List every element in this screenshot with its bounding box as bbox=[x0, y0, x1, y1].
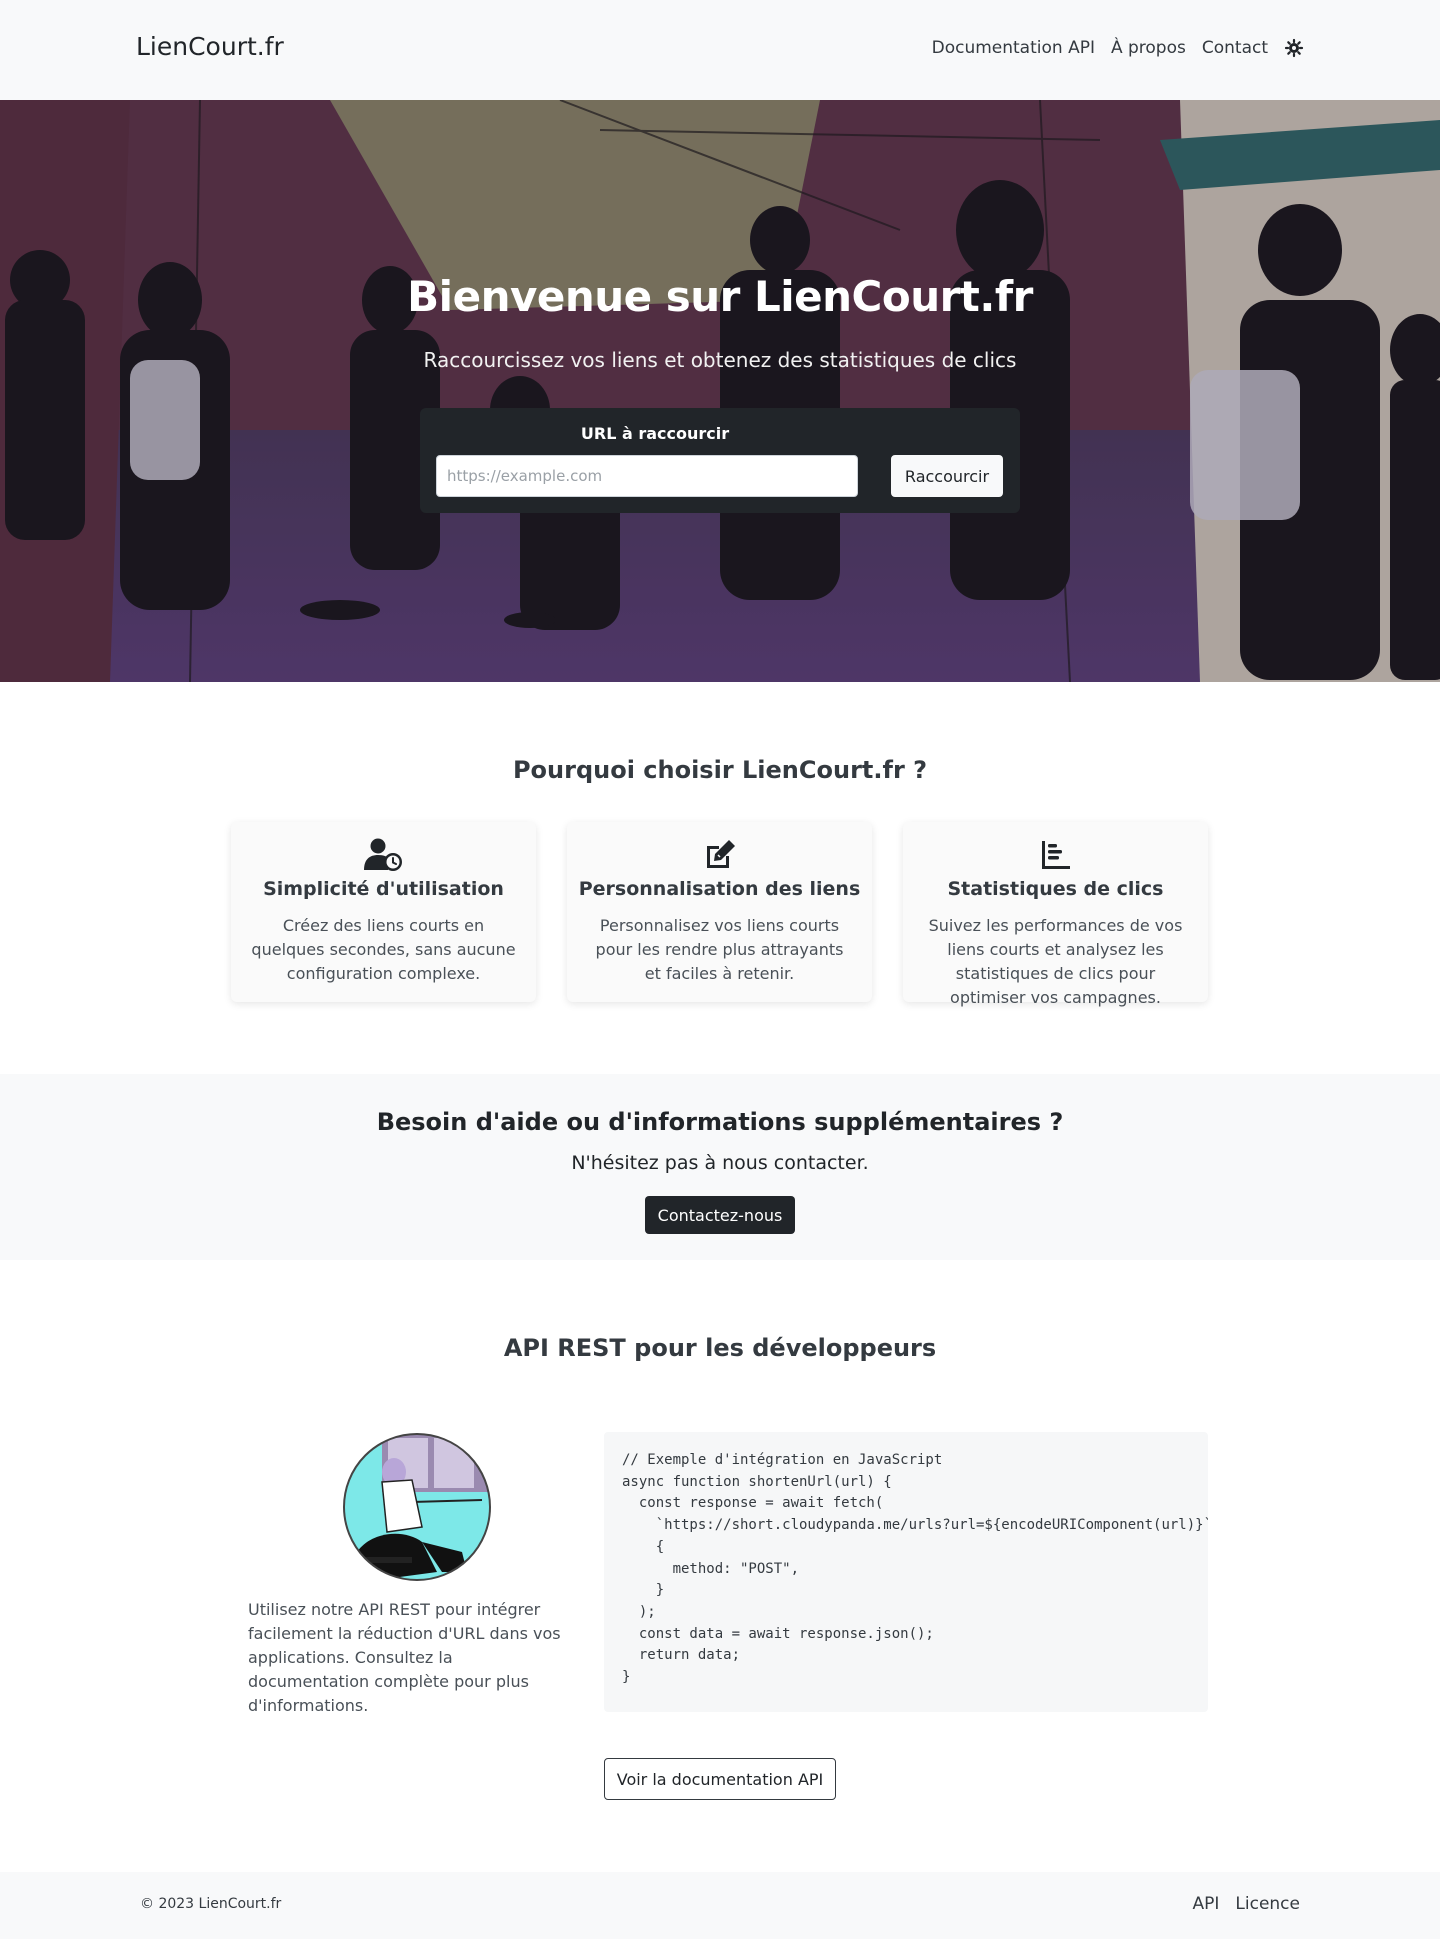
url-input[interactable] bbox=[436, 455, 858, 497]
api-docs-button[interactable]: Voir la documentation API bbox=[604, 1758, 836, 1800]
api-title: API REST pour les développeurs bbox=[503, 1334, 937, 1362]
feature-title: Personnalisation des liens bbox=[578, 878, 861, 900]
feature-card-statistics: Statistiques de clics Suivez les perform… bbox=[903, 822, 1208, 1007]
feature-card-customization: Personnalisation des liens Personnalisez… bbox=[567, 822, 872, 1002]
theme-toggle-icon[interactable] bbox=[1284, 38, 1304, 58]
url-field-label: URL à raccourcir bbox=[580, 424, 730, 443]
help-text: N'hésitez pas à nous contacter. bbox=[571, 1152, 869, 1174]
feature-title: Statistiques de clics bbox=[947, 878, 1164, 900]
chart-bar-icon bbox=[903, 838, 1208, 872]
features-title: Pourquoi choisir LienCourt.fr ? bbox=[512, 756, 928, 784]
footer-link-api[interactable]: API bbox=[1193, 1894, 1220, 1914]
user-clock-icon bbox=[231, 838, 536, 872]
hero-subtitle: Raccourcissez vos liens et obtenez des s… bbox=[423, 348, 1017, 372]
shorten-button[interactable]: Raccourcir bbox=[891, 455, 1003, 497]
api-illustration bbox=[342, 1432, 492, 1582]
help-section: Besoin d'aide ou d'informations suppléme… bbox=[0, 1074, 1440, 1260]
brand-logo[interactable]: LienCourt.fr bbox=[136, 32, 284, 61]
navbar: LienCourt.fr Documentation API À propos … bbox=[0, 0, 1440, 100]
hero-title: Bienvenue sur LienCourt.fr bbox=[407, 272, 1033, 321]
shorten-form: URL à raccourcir Raccourcir bbox=[420, 408, 1020, 513]
help-title: Besoin d'aide ou d'informations suppléme… bbox=[376, 1108, 1064, 1136]
footer: © 2023 LienCourt.fr API Licence bbox=[0, 1872, 1440, 1939]
feature-text: Personnalisez vos liens courts pour les … bbox=[595, 916, 844, 983]
code-example: // Exemple d'intégration en JavaScript a… bbox=[604, 1432, 1208, 1712]
api-description: Utilisez notre API REST pour intégrer fa… bbox=[248, 1600, 561, 1715]
nav-links: Documentation API À propos Contact bbox=[932, 38, 1304, 58]
feature-title: Simplicité d'utilisation bbox=[263, 878, 504, 900]
code-text: // Exemple d'intégration en JavaScript a… bbox=[622, 1452, 1208, 1686]
copyright: © 2023 LienCourt.fr bbox=[140, 1896, 282, 1912]
edit-icon bbox=[567, 838, 872, 872]
feature-card-simplicity: Simplicité d'utilisation Créez des liens… bbox=[231, 822, 536, 1002]
footer-links: API Licence bbox=[1193, 1894, 1301, 1914]
nav-link-contact[interactable]: Contact bbox=[1202, 38, 1268, 58]
nav-link-about[interactable]: À propos bbox=[1111, 38, 1186, 58]
nav-link-api-docs[interactable]: Documentation API bbox=[932, 38, 1095, 58]
feature-text: Créez des liens courts en quelques secon… bbox=[251, 916, 516, 983]
hero-section: Bienvenue sur LienCourt.fr Raccourcissez… bbox=[0, 100, 1440, 682]
hero-background-illustration bbox=[0, 100, 1440, 682]
feature-text: Suivez les performances de vos liens cou… bbox=[928, 916, 1183, 1007]
contact-button[interactable]: Contactez-nous bbox=[645, 1196, 795, 1234]
footer-link-license[interactable]: Licence bbox=[1235, 1894, 1300, 1914]
